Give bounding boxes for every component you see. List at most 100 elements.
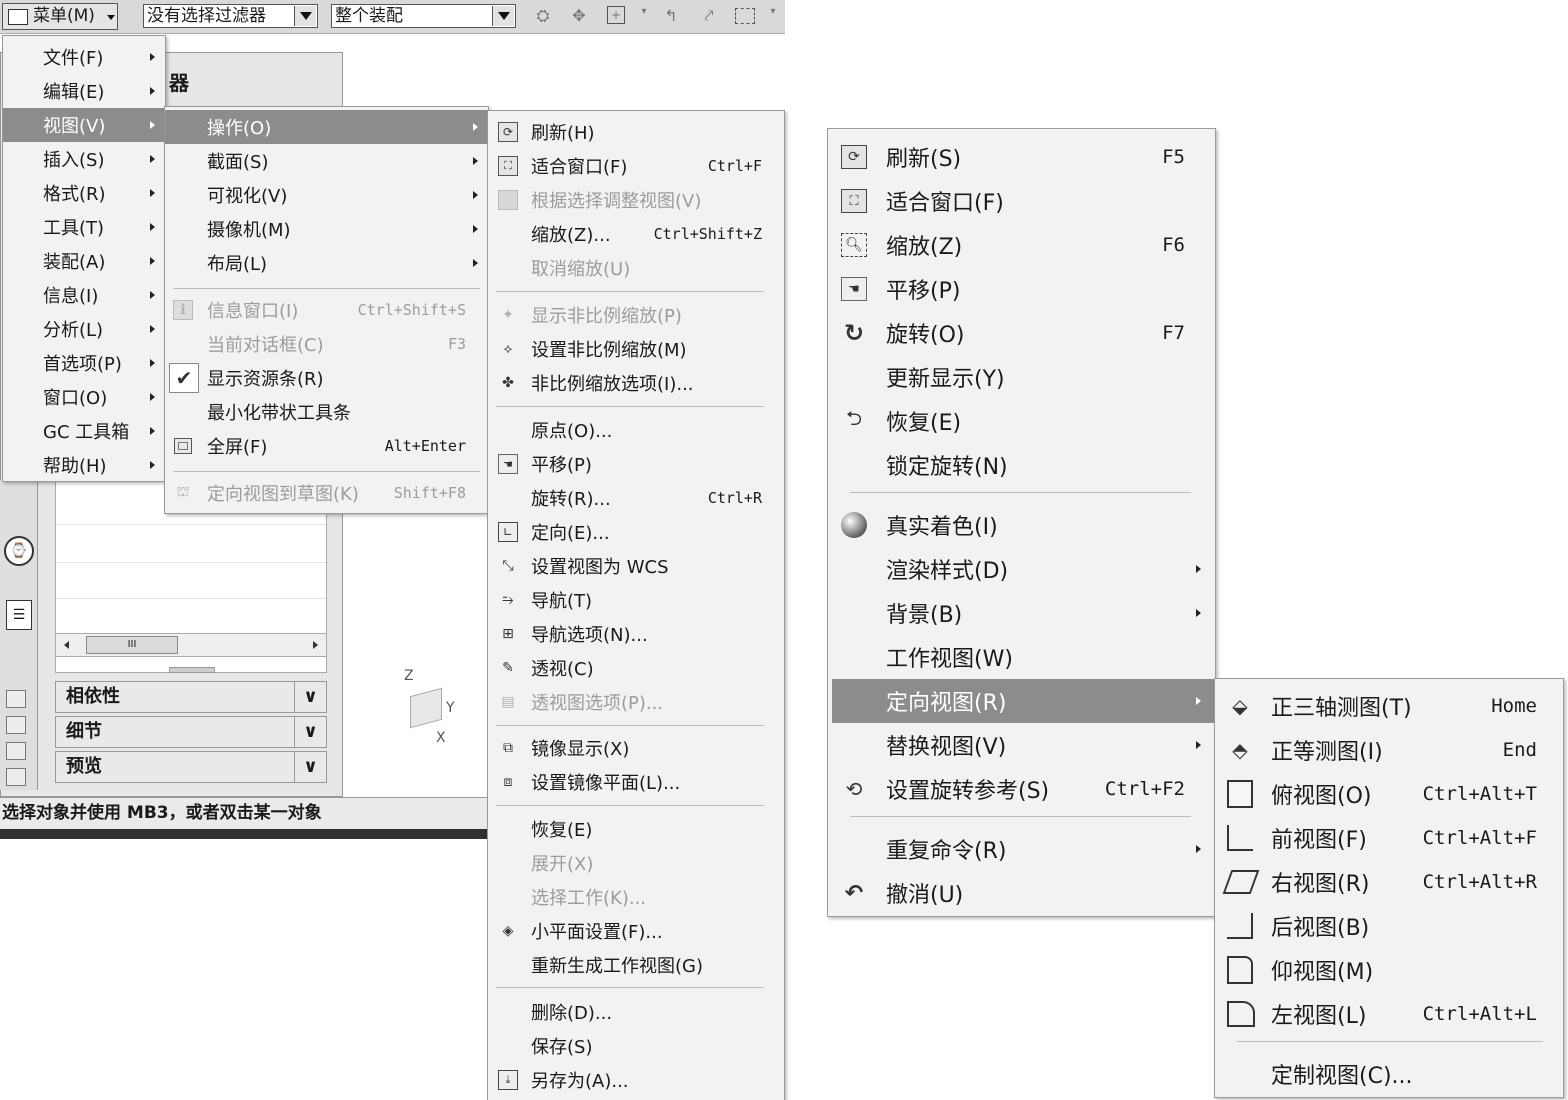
ctx-rotate[interactable]: ↻ 旋转(O) F7 xyxy=(828,311,1215,355)
ops-show-nonuniform-scale[interactable]: ✦ 显示非比例缩放(P) xyxy=(488,298,784,332)
orient-front[interactable]: 前视图(F) Ctrl+Alt+F xyxy=(1215,816,1563,860)
ctx-refresh[interactable]: ⟳ 刷新(S) F5 xyxy=(828,135,1215,179)
ops-mirror-display[interactable]: ⧉ 镜像显示(X) xyxy=(488,731,784,765)
view-show-resource-bar[interactable]: ✔ 显示资源条(R) xyxy=(165,361,488,395)
orient-trimetric[interactable]: ⬙ 正三轴测图(T) Home xyxy=(1215,684,1563,728)
nav-down-icon[interactable] xyxy=(6,742,26,760)
ops-zoom[interactable]: 缩放(Z)... Ctrl+Shift+Z xyxy=(488,217,784,251)
assembly-scope-dropdown[interactable]: 整个装配 xyxy=(331,4,516,28)
ctx-update-display[interactable]: 更新显示(Y) xyxy=(828,355,1215,399)
wcs-icon[interactable]: ⤤ xyxy=(698,6,720,26)
view-operations[interactable]: 操作(O) xyxy=(165,110,488,144)
ops-refresh[interactable]: ⟳ 刷新(H) xyxy=(488,115,784,149)
ctx-replace-view[interactable]: 替换视图(V) xyxy=(828,723,1215,767)
view-orient-to-sketch[interactable]: ⛫ 定向视图到草图(K) Shift+F8 xyxy=(165,476,488,510)
ctx-work-view[interactable]: 工作视图(W) xyxy=(828,635,1215,679)
nav-bottom-icon[interactable] xyxy=(6,768,26,786)
ctx-set-rotation-reference[interactable]: ⟲ 设置旋转参考(S) Ctrl+F2 xyxy=(828,767,1215,811)
section-preview[interactable]: 预览 ∨ xyxy=(55,751,327,783)
splitter[interactable] xyxy=(169,667,215,673)
ctx-fit-window[interactable]: ⛶ 适合窗口(F) xyxy=(828,179,1215,223)
ops-undo-zoom[interactable]: 取消缩放(U) xyxy=(488,251,784,285)
orient-isometric[interactable]: ⬘ 正等测图(I) End xyxy=(1215,728,1563,772)
main-menu-assembly[interactable]: 装配(A) xyxy=(3,244,165,278)
view-current-dialog[interactable]: 当前对话框(C) F3 xyxy=(165,327,488,361)
orient-custom[interactable]: 定制视图(C)... xyxy=(1215,1052,1563,1096)
ctx-undo[interactable]: ↶ 撤消(U) xyxy=(828,871,1215,915)
selection-filter-dropdown[interactable]: 没有选择过滤器 xyxy=(143,4,318,28)
menu-button[interactable]: 菜单(M) xyxy=(2,3,118,30)
ops-pan[interactable]: ☚ 平移(P) xyxy=(488,447,784,481)
ops-orient[interactable]: ∟ 定向(E)... xyxy=(488,515,784,549)
move-icon[interactable]: ✥ xyxy=(568,6,590,26)
ops-restore[interactable]: 恢复(E) xyxy=(488,812,784,846)
ops-delete[interactable]: 删除(D)... xyxy=(488,995,784,1029)
expand-chevron-icon[interactable]: ∨ xyxy=(294,752,326,782)
document-list-icon[interactable]: ☰ xyxy=(6,600,32,630)
view-layout[interactable]: 布局(L) xyxy=(165,246,488,280)
main-menu-gc-toolkit[interactable]: GC 工具箱 xyxy=(3,414,165,448)
main-menu-view[interactable]: 视图(V) xyxy=(3,108,165,142)
ops-fit-window[interactable]: ⛶ 适合窗口(F) Ctrl+F xyxy=(488,149,784,183)
view-fullscreen[interactable]: 全屏(F) Alt+Enter xyxy=(165,429,488,463)
ops-origin[interactable]: 原点(O)... xyxy=(488,413,784,447)
scroll-thumb[interactable]: III xyxy=(86,636,178,654)
ops-rotate[interactable]: 旋转(R)... Ctrl+R xyxy=(488,481,784,515)
orient-bottom[interactable]: 仰视图(M) xyxy=(1215,948,1563,992)
ops-save[interactable]: 保存(S) xyxy=(488,1029,784,1063)
horizontal-scrollbar[interactable]: III xyxy=(55,633,327,657)
ops-save-as[interactable]: ⤓ 另存为(A)... xyxy=(488,1063,784,1097)
main-menu-preferences[interactable]: 首选项(P) xyxy=(3,346,165,380)
box-select-icon[interactable] xyxy=(735,8,755,24)
small-chevron-icon[interactable]: ▾ xyxy=(633,6,655,26)
orient-right[interactable]: 右视图(R) Ctrl+Alt+R xyxy=(1215,860,1563,904)
ctx-lock-rotation[interactable]: 锁定旋转(N) xyxy=(828,443,1215,487)
main-menu-help[interactable]: 帮助(H) xyxy=(3,448,165,482)
ops-set-view-to-wcs[interactable]: ⤡ 设置视图为 WCS xyxy=(488,549,784,583)
ops-fit-selection[interactable]: 根据选择调整视图(V) xyxy=(488,183,784,217)
ctx-restore[interactable]: ⮌ 恢复(E) xyxy=(828,399,1215,443)
view-info-window[interactable]: ℹ 信息窗口(I) Ctrl+Shift+S xyxy=(165,293,488,327)
nav-up-icon[interactable] xyxy=(6,716,26,734)
small-chevron-icon[interactable]: ▾ xyxy=(762,6,784,26)
view-section[interactable]: 截面(S) xyxy=(165,144,488,178)
main-menu-tools[interactable]: 工具(T) xyxy=(3,210,165,244)
ops-perspective-options[interactable]: ▤ 透视图选项(P)... xyxy=(488,685,784,719)
ctx-orient-view[interactable]: 定向视图(R) xyxy=(832,679,1215,723)
ops-navigate-options[interactable]: ⊞ 导航选项(N)... xyxy=(488,617,784,651)
ctx-zoom[interactable]: 🔍︎ 缩放(Z) F6 xyxy=(828,223,1215,267)
ctx-background[interactable]: 背景(B) xyxy=(828,591,1215,635)
ops-perspective[interactable]: ✎ 透视(C) xyxy=(488,651,784,685)
expand-chevron-icon[interactable]: ∨ xyxy=(294,717,326,747)
orient-back[interactable]: 后视图(B) xyxy=(1215,904,1563,948)
expand-chevron-icon[interactable]: ∨ xyxy=(294,682,326,712)
snap-icon[interactable]: ⛭ xyxy=(532,6,554,26)
view-visualization[interactable]: 可视化(V) xyxy=(165,178,488,212)
nav-top-icon[interactable] xyxy=(6,690,26,708)
main-menu-file[interactable]: 文件(F) xyxy=(3,40,165,74)
history-clock-icon[interactable]: ⌚ xyxy=(4,536,34,566)
main-menu-edit[interactable]: 编辑(E) xyxy=(3,74,165,108)
ops-set-nonuniform-scale[interactable]: ⟡ 设置非比例缩放(M) xyxy=(488,332,784,366)
scroll-left-icon[interactable] xyxy=(64,641,69,649)
main-menu-insert[interactable]: 插入(S) xyxy=(3,142,165,176)
view-minimize-ribbon[interactable]: 最小化带状工具条 xyxy=(165,395,488,429)
ops-expand[interactable]: 展开(X) xyxy=(488,846,784,880)
ops-select-work[interactable]: 选择工作(K)... xyxy=(488,880,784,914)
main-menu-info[interactable]: 信息(I) xyxy=(3,278,165,312)
scroll-right-icon[interactable] xyxy=(313,641,318,649)
ctx-render-style[interactable]: 渲染样式(D) xyxy=(828,547,1215,591)
ops-nonuniform-scale-options[interactable]: ✤ 非比例缩放选项(I)... xyxy=(488,366,784,400)
ops-set-mirror-plane[interactable]: ⧈ 设置镜像平面(L)... xyxy=(488,765,784,799)
view-camera[interactable]: 摄像机(M) xyxy=(165,212,488,246)
orient-icon[interactable]: ↰ xyxy=(660,6,682,26)
ctx-true-shading[interactable]: 真实着色(I) xyxy=(828,503,1215,547)
ops-regenerate-view[interactable]: 重新生成工作视图(G) xyxy=(488,948,784,982)
ctx-repeat-command[interactable]: 重复命令(R) xyxy=(828,827,1215,871)
main-menu-format[interactable]: 格式(R) xyxy=(3,176,165,210)
main-menu-analysis[interactable]: 分析(L) xyxy=(3,312,165,346)
section-details[interactable]: 细节 ∨ xyxy=(55,716,327,748)
ops-navigate[interactable]: ⥲ 导航(T) xyxy=(488,583,784,617)
point-icon[interactable]: + xyxy=(607,6,625,24)
orient-left[interactable]: 左视图(L) Ctrl+Alt+L xyxy=(1215,992,1563,1036)
